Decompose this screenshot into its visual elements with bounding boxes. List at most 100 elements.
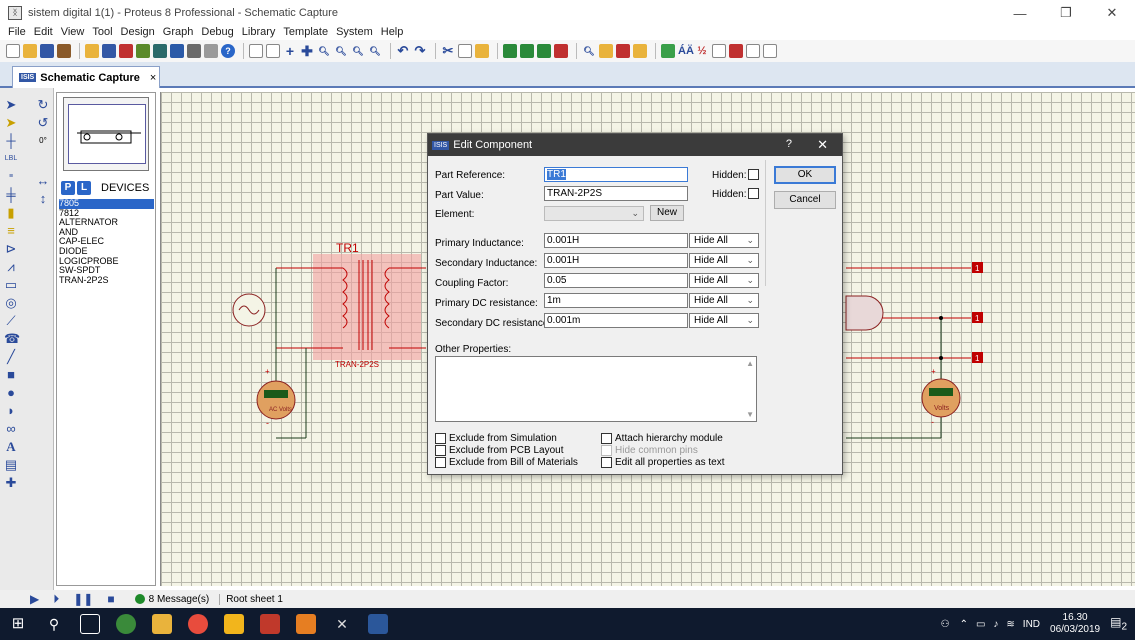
attach-hierarchy-checkbox[interactable] bbox=[601, 433, 612, 444]
list-item[interactable]: TRAN-2P2S bbox=[59, 275, 154, 286]
edit-as-text-checkbox[interactable] bbox=[601, 457, 612, 468]
coupling-factor-visibility[interactable]: Hide All ⌄ bbox=[689, 273, 759, 288]
pause-icon[interactable]: ❚❚ bbox=[73, 592, 93, 606]
ac-source[interactable] bbox=[232, 293, 266, 327]
pick-device-button[interactable]: P bbox=[61, 181, 75, 195]
wifi-icon[interactable]: ≋ bbox=[1006, 619, 1014, 630]
box-icon[interactable]: ■ bbox=[4, 368, 18, 382]
import-icon[interactable] bbox=[57, 44, 71, 58]
menu-help[interactable]: Help bbox=[381, 26, 404, 38]
primary-inductance-visibility[interactable]: Hide All ⌄ bbox=[689, 233, 759, 248]
rotate-anticlockwise-icon[interactable]: ↺ bbox=[36, 116, 50, 130]
menu-template[interactable]: Template bbox=[283, 26, 328, 38]
stop-icon[interactable]: ■ bbox=[107, 592, 114, 606]
closed-path-icon[interactable]: ∞ bbox=[4, 422, 18, 436]
secondary-dc-resistance-input[interactable]: 0.001m bbox=[544, 313, 688, 328]
3d-view-icon[interactable] bbox=[136, 44, 150, 58]
marker-icon[interactable]: ✚ bbox=[4, 476, 18, 490]
message-indicator[interactable]: 8 Message(s) bbox=[134, 594, 209, 605]
component-mode-icon[interactable]: ➤ bbox=[4, 116, 18, 130]
selection-mode-icon[interactable]: ➤ bbox=[4, 98, 18, 112]
hidden-value-checkbox[interactable] bbox=[748, 188, 759, 199]
proteus-taskbar-icon[interactable]: ✕ bbox=[332, 614, 352, 634]
language-indicator[interactable]: IND bbox=[1023, 619, 1040, 630]
junction-dot-icon[interactable]: ┼ bbox=[4, 134, 18, 148]
netlist-icon[interactable] bbox=[763, 44, 777, 58]
zoom-out-icon[interactable]: 🔍︎ bbox=[334, 44, 348, 58]
step-icon[interactable]: ⏵ bbox=[53, 592, 59, 607]
menu-debug[interactable]: Debug bbox=[201, 26, 233, 38]
secondary-inductance-input[interactable]: 0.001H bbox=[544, 253, 688, 268]
buses-icon[interactable]: ╪ bbox=[4, 188, 18, 202]
primary-dc-resistance-input[interactable]: 1m bbox=[544, 293, 688, 308]
redo-icon[interactable]: ↷ bbox=[413, 44, 427, 58]
text-icon[interactable]: A bbox=[4, 440, 18, 454]
menu-design[interactable]: Design bbox=[121, 26, 155, 38]
app-icon-1[interactable] bbox=[116, 614, 136, 634]
remove-sheet-icon[interactable] bbox=[729, 44, 743, 58]
packaging-tool-icon[interactable] bbox=[616, 44, 630, 58]
dialog-close-button[interactable]: ✕ bbox=[817, 137, 828, 153]
home-icon[interactable] bbox=[85, 44, 99, 58]
menu-file[interactable]: File bbox=[8, 26, 26, 38]
design-explorer-icon[interactable] bbox=[170, 44, 184, 58]
origin-icon[interactable]: + bbox=[283, 44, 297, 58]
zoom-all-icon[interactable]: 🔍︎ bbox=[351, 44, 365, 58]
arc-icon[interactable]: ◗ bbox=[4, 404, 18, 418]
refresh-icon[interactable] bbox=[249, 44, 263, 58]
grid-icon[interactable] bbox=[266, 44, 280, 58]
graph-mode-icon[interactable]: ⩘ bbox=[4, 260, 18, 274]
menu-graph[interactable]: Graph bbox=[163, 26, 194, 38]
scroll-up-icon[interactable]: ▲ bbox=[746, 359, 754, 368]
notes-icon[interactable] bbox=[204, 44, 218, 58]
file-explorer-icon[interactable] bbox=[152, 614, 172, 634]
minimize-button[interactable]: — bbox=[997, 0, 1043, 26]
coupling-factor-input[interactable]: 0.05 bbox=[544, 273, 688, 288]
virtual-instruments-icon[interactable]: ☎ bbox=[4, 332, 20, 346]
terminals-icon[interactable]: ≡ bbox=[4, 224, 18, 238]
bom-icon[interactable] bbox=[187, 44, 201, 58]
subcircuit-icon[interactable]: ▮ bbox=[4, 206, 18, 220]
make-device-icon[interactable] bbox=[599, 44, 613, 58]
symbol-icon[interactable]: ▤ bbox=[4, 458, 18, 472]
mirror-x-icon[interactable]: ↔ bbox=[36, 174, 50, 188]
decompose-icon[interactable] bbox=[633, 44, 647, 58]
logic-probe-1[interactable]: 1 bbox=[972, 262, 983, 273]
line-icon[interactable]: ╱ bbox=[4, 350, 18, 364]
battery-icon[interactable]: ▭ bbox=[976, 619, 985, 630]
app-icon-2[interactable] bbox=[260, 614, 280, 634]
exclude-simulation-checkbox[interactable] bbox=[435, 433, 446, 444]
tab-schematic-capture[interactable]: ISIS Schematic Capture × bbox=[12, 66, 160, 88]
menu-library[interactable]: Library bbox=[242, 26, 276, 38]
block-delete-icon[interactable] bbox=[554, 44, 568, 58]
zoom-in-icon[interactable]: 🔍︎ bbox=[317, 44, 331, 58]
menu-edit[interactable]: Edit bbox=[34, 26, 53, 38]
voltage-probe-icon[interactable]: ⟋ bbox=[4, 314, 18, 328]
search-icon[interactable]: ⚲ bbox=[44, 614, 64, 634]
primary-inductance-input[interactable]: 0.001H bbox=[544, 233, 688, 248]
secondary-dc-resistance-visibility[interactable]: Hide All ⌄ bbox=[689, 313, 759, 328]
tab-close-icon[interactable]: × bbox=[150, 72, 156, 84]
notification-icon[interactable]: ▤2 bbox=[1110, 615, 1127, 632]
library-manager-button[interactable]: L bbox=[77, 181, 91, 195]
text-script-icon[interactable]: ≡ bbox=[4, 170, 18, 184]
block-rotate-icon[interactable] bbox=[537, 44, 551, 58]
rotate-clockwise-icon[interactable]: ↻ bbox=[36, 98, 50, 112]
overview-window[interactable] bbox=[63, 97, 149, 171]
mirror-y-icon[interactable]: ↕ bbox=[36, 192, 50, 206]
other-properties-textarea[interactable]: ▲ ▼ bbox=[435, 356, 757, 422]
hidden-reference-checkbox[interactable] bbox=[748, 169, 759, 180]
clock[interactable]: 16.30 06/03/2019 bbox=[1050, 612, 1100, 636]
undo-icon[interactable]: ↶ bbox=[396, 44, 410, 58]
windows-start-icon[interactable]: ⊞ bbox=[8, 614, 28, 634]
sublime-icon[interactable] bbox=[224, 614, 244, 634]
chrome-icon[interactable] bbox=[188, 614, 208, 634]
volume-icon[interactable]: ♪ bbox=[993, 619, 998, 630]
help-icon[interactable]: ? bbox=[221, 44, 235, 58]
property-assignment-icon[interactable]: ½ bbox=[695, 44, 709, 58]
play-icon[interactable]: ▶ bbox=[30, 592, 39, 606]
close-button[interactable]: ✕ bbox=[1089, 0, 1135, 26]
task-view-icon[interactable] bbox=[80, 614, 100, 634]
wire-label-icon[interactable]: LBL bbox=[4, 152, 18, 166]
restore-button[interactable]: ❐ bbox=[1043, 0, 1089, 26]
